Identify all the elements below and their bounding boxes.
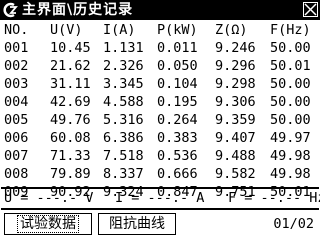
impedance-curve-label: 阻抗曲线 <box>109 216 165 232</box>
cell-power: 0.383 <box>157 130 198 146</box>
header-no: NO. <box>4 22 29 38</box>
impedance-curve-button[interactable]: 阻抗曲线 <box>98 213 176 235</box>
window-title: 主界面\历史记录 <box>22 2 134 18</box>
cell-current: 2.326 <box>103 58 144 74</box>
cell-voltage: 79.89 <box>50 166 91 182</box>
cell-frequency: 50.00 <box>270 112 311 128</box>
cell-current: 7.518 <box>103 148 144 164</box>
table-row[interactable]: 008 79.89 8.337 0.666 9.582 49.98 <box>0 165 320 183</box>
table-row[interactable]: 006 60.08 6.386 0.383 9.407 49.97 <box>0 129 320 147</box>
current-reading: I = ---.- A <box>115 190 205 206</box>
cell-no: 003 <box>4 76 29 92</box>
cell-impedance: 9.582 <box>215 166 256 182</box>
cell-impedance: 9.296 <box>215 58 256 74</box>
cell-frequency: 50.00 <box>270 40 311 56</box>
cell-impedance: 9.298 <box>215 76 256 92</box>
cell-frequency: 49.98 <box>270 148 311 164</box>
cell-current: 1.131 <box>103 40 144 56</box>
title-bar: 主界面\历史记录 <box>0 0 320 20</box>
cell-voltage: 42.69 <box>50 94 91 110</box>
cell-no: 002 <box>4 58 29 74</box>
cell-no: 004 <box>4 94 29 110</box>
frequency-reading: F = --.-- Hz <box>228 190 320 206</box>
cell-power: 0.536 <box>157 148 198 164</box>
cell-voltage: 21.62 <box>50 58 91 74</box>
cell-current: 5.316 <box>103 112 144 128</box>
cell-impedance: 9.488 <box>215 148 256 164</box>
cell-frequency: 49.98 <box>270 166 311 182</box>
cell-frequency: 50.01 <box>270 58 311 74</box>
cell-frequency: 49.97 <box>270 130 311 146</box>
cell-current: 6.386 <box>103 130 144 146</box>
logo-icon <box>3 2 18 18</box>
table-header: NO. U(V) I(A) P(kW) Z(Ω) F(Hz) <box>0 21 320 39</box>
header-impedance: Z(Ω) <box>215 22 248 38</box>
cell-power: 0.195 <box>157 94 198 110</box>
table-row[interactable]: 001 10.45 1.131 0.011 9.246 50.00 <box>0 39 320 57</box>
cell-frequency: 50.00 <box>270 94 311 110</box>
cell-no: 008 <box>4 166 29 182</box>
table-row[interactable]: 002 21.62 2.326 0.050 9.296 50.01 <box>0 57 320 75</box>
header-voltage: U(V) <box>50 22 83 38</box>
cell-impedance: 9.359 <box>215 112 256 128</box>
cell-power: 0.104 <box>157 76 198 92</box>
cell-voltage: 60.08 <box>50 130 91 146</box>
close-button[interactable] <box>303 2 318 17</box>
test-data-label: 试验数据 <box>17 215 79 233</box>
cell-power: 0.050 <box>157 58 198 74</box>
cell-impedance: 9.407 <box>215 130 256 146</box>
header-power: P(kW) <box>157 22 198 38</box>
cell-impedance: 9.246 <box>215 40 256 56</box>
cell-no: 001 <box>4 40 29 56</box>
live-readings: U = ---.- V I = ---.- A F = --.-- Hz <box>0 190 320 206</box>
cell-power: 0.011 <box>157 40 198 56</box>
cell-impedance: 9.306 <box>215 94 256 110</box>
header-current: I(A) <box>103 22 136 38</box>
cell-no: 005 <box>4 112 29 128</box>
cell-no: 007 <box>4 148 29 164</box>
header-frequency: F(Hz) <box>270 22 311 38</box>
cell-voltage: 10.45 <box>50 40 91 56</box>
cell-voltage: 49.76 <box>50 112 91 128</box>
voltage-reading: U = ---.- V <box>4 190 94 206</box>
table-row[interactable]: 005 49.76 5.316 0.264 9.359 50.00 <box>0 111 320 129</box>
cell-voltage: 71.33 <box>50 148 91 164</box>
cell-current: 8.337 <box>103 166 144 182</box>
cell-frequency: 50.00 <box>270 76 311 92</box>
cell-current: 3.345 <box>103 76 144 92</box>
table-row[interactable]: 004 42.69 4.588 0.195 9.306 50.00 <box>0 93 320 111</box>
history-table: NO. U(V) I(A) P(kW) Z(Ω) F(Hz) 001 10.45… <box>0 21 320 201</box>
divider <box>1 208 319 210</box>
page-indicator: 01/02 <box>273 216 314 232</box>
table-row[interactable]: 007 71.33 7.518 0.536 9.488 49.98 <box>0 147 320 165</box>
cell-no: 006 <box>4 130 29 146</box>
cell-current: 4.588 <box>103 94 144 110</box>
cell-voltage: 31.11 <box>50 76 91 92</box>
divider <box>1 187 319 189</box>
test-data-button[interactable]: 试验数据 <box>4 213 92 235</box>
table-row[interactable]: 003 31.11 3.345 0.104 9.298 50.00 <box>0 75 320 93</box>
cell-power: 0.666 <box>157 166 198 182</box>
close-icon <box>304 3 317 16</box>
cell-power: 0.264 <box>157 112 198 128</box>
